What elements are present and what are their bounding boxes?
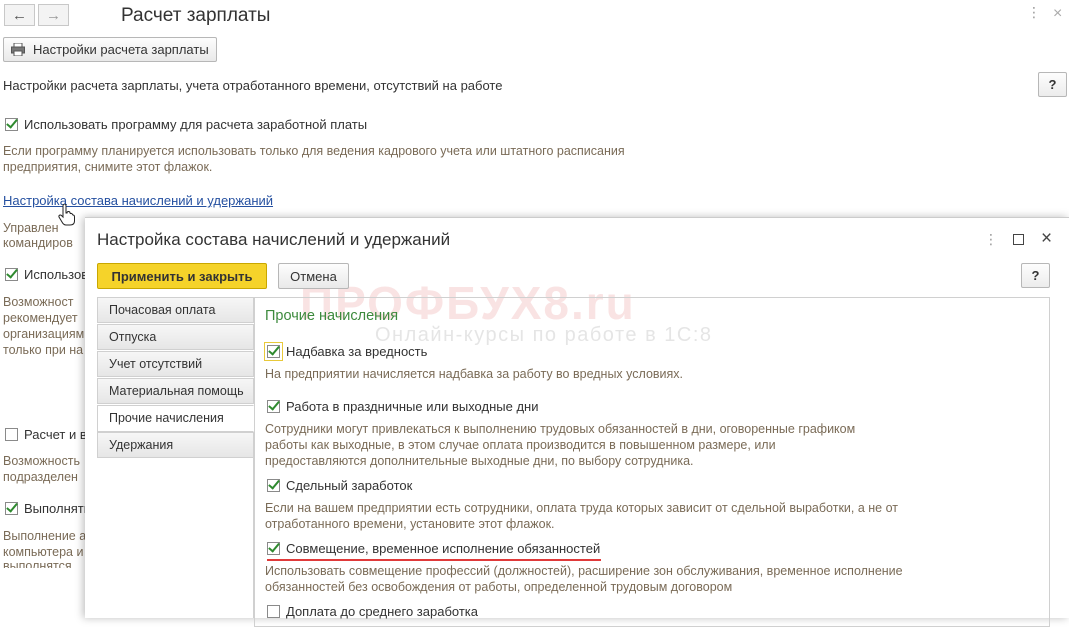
- bg-checkbox-3-label: Расчет и в: [24, 427, 87, 442]
- piecework-label: Сдельный заработок: [286, 478, 413, 493]
- bg-hint-3a: Возможность: [3, 454, 80, 468]
- bg-hint-2a: Возможност: [3, 295, 74, 309]
- bg-hint-4c: выполнятся: [3, 559, 72, 568]
- tab-hourly-pay[interactable]: Почасовая оплата: [97, 297, 254, 323]
- bg-hint-1a: Управлен: [3, 221, 59, 235]
- hand-cursor-icon: [58, 204, 75, 226]
- combination-duties-checkbox[interactable]: [267, 542, 280, 555]
- close-icon[interactable]: ×: [1053, 5, 1062, 23]
- arrow-right-icon: →: [46, 6, 61, 24]
- bg-checkbox-2[interactable]: [5, 268, 18, 281]
- tab-deductions[interactable]: Удержания: [97, 432, 254, 458]
- help-button[interactable]: ?: [1038, 72, 1067, 97]
- tabs-filler: [97, 458, 254, 618]
- use-program-hint-line1: Если программу планируется использовать …: [3, 144, 625, 158]
- apply-and-close-button[interactable]: Применить и закрыть: [97, 263, 267, 289]
- accruals-settings-link[interactable]: Настройка состава начислений и удержаний: [3, 193, 273, 208]
- dialog-help-button[interactable]: ?: [1021, 263, 1050, 288]
- holiday-work-hint-line1: Сотрудники могут привлекаться к выполнен…: [265, 422, 856, 436]
- back-button[interactable]: ←: [4, 4, 35, 26]
- piecework-hint-line1: Если на вашем предприятии есть сотрудник…: [265, 501, 899, 515]
- bg-checkbox-4-label: Выполнять: [24, 501, 91, 516]
- holiday-work-label: Работа в праздничные или выходные дни: [286, 399, 539, 414]
- accruals-settings-dialog: ПРОФБУХ8.ru Онлайн-курсы по работе в 1С:…: [85, 217, 1069, 627]
- tab-other-accruals[interactable]: Прочие начисления: [97, 405, 254, 432]
- bg-hint-2b: рекомендует: [3, 311, 78, 325]
- bg-hint-2d: только при на: [3, 343, 84, 357]
- bg-hint-2c: организациям: [3, 327, 85, 341]
- use-program-hint-line2: предприятия, снимите этот флажок.: [3, 160, 213, 174]
- bg-hint-4a: Выполнение а: [3, 529, 87, 543]
- dialog-more-icon[interactable]: ⋮: [984, 232, 998, 246]
- tab-vacations[interactable]: Отпуска: [97, 324, 254, 350]
- bg-checkbox-3[interactable]: [5, 428, 18, 441]
- dialog-close-icon[interactable]: ×: [1041, 228, 1052, 250]
- more-menu-icon[interactable]: ⋮: [1027, 5, 1041, 19]
- harmful-conditions-label: Надбавка за вредность: [286, 344, 428, 359]
- harmful-conditions-checkbox[interactable]: [264, 342, 283, 361]
- bg-hint-3b: подразделен: [3, 470, 78, 484]
- holiday-work-hint-line3: предоставляются дополнительные выходные …: [265, 454, 694, 468]
- salary-settings-label: Настройки расчета зарплаты: [33, 42, 209, 57]
- printer-icon: [11, 43, 25, 56]
- tab-absences[interactable]: Учет отсутствий: [97, 351, 254, 377]
- holiday-work-hint-line2: работы как выходные, в этом случае оплат…: [265, 438, 776, 452]
- use-program-label: Использовать программу для расчета зараб…: [24, 117, 368, 132]
- cancel-button[interactable]: Отмена: [278, 263, 349, 289]
- dialog-title: Настройка состава начислений и удержаний: [97, 230, 451, 249]
- piecework-hint-line2: отработанного времени, установите этот ф…: [265, 517, 555, 531]
- bg-checkbox-2-label: Использов: [24, 267, 89, 282]
- holiday-work-checkbox[interactable]: [267, 400, 280, 413]
- page-title: Расчет зарплаты: [121, 5, 271, 26]
- annotation-underline-item: [267, 559, 601, 561]
- bg-checkbox-4[interactable]: [5, 502, 18, 515]
- arrow-left-icon: ←: [12, 6, 27, 24]
- piecework-checkbox[interactable]: [267, 479, 280, 492]
- use-program-checkbox[interactable]: [5, 118, 18, 131]
- tab-financial-aid[interactable]: Материальная помощь: [97, 378, 254, 404]
- salary-settings-button[interactable]: Настройки расчета зарплаты: [3, 37, 217, 62]
- combination-duties-hint-line1: Использовать совмещение профессий (должн…: [265, 564, 903, 578]
- section-header: Настройки расчета зарплаты, учета отрабо…: [3, 78, 503, 93]
- average-earnings-checkbox[interactable]: [267, 605, 280, 618]
- maximize-icon[interactable]: [1013, 234, 1024, 245]
- harmful-conditions-hint: На предприятии начисляется надбавка за р…: [265, 367, 684, 381]
- combination-duties-label: Совмещение, временное исполнение обязанн…: [286, 541, 601, 556]
- bg-hint-1b: командиров: [3, 236, 73, 250]
- section-title: Прочие начисления: [265, 308, 399, 324]
- combination-duties-hint-line2: обязанностей без освобождения от работы,…: [265, 580, 733, 594]
- forward-button[interactable]: →: [38, 4, 69, 26]
